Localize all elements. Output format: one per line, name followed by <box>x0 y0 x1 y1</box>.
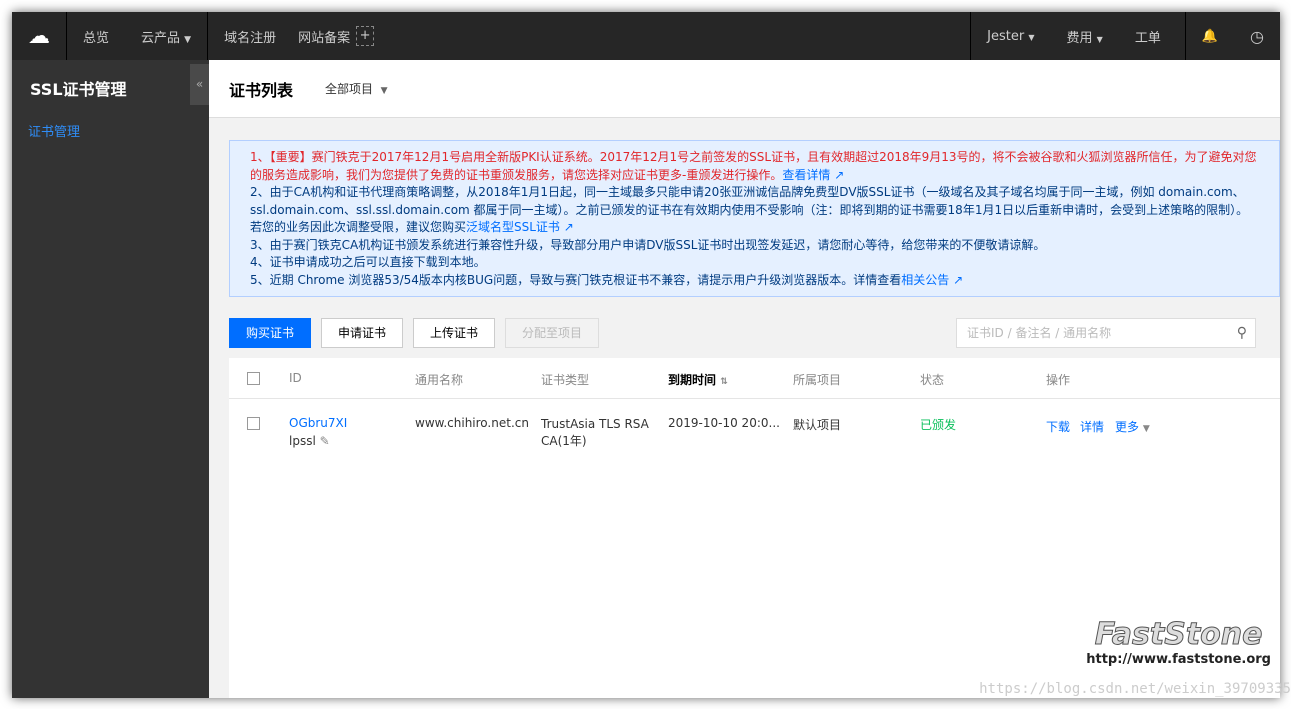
notice-text: 1、【重要】赛门铁克于2017年12月1号启用全新版PKI认证系统。2017年1… <box>250 150 1257 182</box>
project-select-label: 全部项目 <box>325 82 374 96</box>
add-shortcut-icon[interactable]: + <box>356 26 375 46</box>
nav-products[interactable]: 云产品 ▼ <box>125 27 207 46</box>
page-header: 证书列表 全部项目 ▼ <box>209 60 1280 118</box>
clock-icon[interactable]: ◷ <box>1234 27 1280 46</box>
table-header: ID 通用名称 证书类型 到期时间 ⇅ 所属项目 状态 操作 <box>229 358 1280 398</box>
more-menu[interactable]: 更多 ▼ <box>1115 418 1150 435</box>
col-expiry-label: 到期时间 <box>668 373 717 387</box>
caret-down-icon: ▼ <box>380 86 388 96</box>
ticket-link[interactable]: 工单 <box>1119 27 1185 46</box>
assign-project-button[interactable]: 分配至项目 <box>505 318 600 348</box>
cert-type: TrustAsia TLS RSA CA(1年) <box>541 416 649 450</box>
faststone-url: http://www.faststone.org <box>1086 652 1271 667</box>
cert-note-text: lpssl <box>289 434 316 448</box>
main-content: 证书列表 全部项目 ▼ 1、【重要】赛门铁克于2017年12月1号启用全新版PK… <box>209 60 1280 698</box>
page-title: 证书列表 <box>229 80 294 100</box>
sort-icon: ⇅ <box>720 377 728 387</box>
cert-common-name: www.chihiro.net.cn <box>415 416 529 430</box>
related-notice-link[interactable]: 相关公告 <box>901 273 949 287</box>
caret-down-icon: ▼ <box>1142 424 1150 434</box>
app-window: ☁ 总览 云产品 ▼ 域名注册 网站备案 + Jester ▼ 费用 ▼ 工单 … <box>12 12 1280 698</box>
col-project: 所属项目 <box>793 373 842 387</box>
nav-icp[interactable]: 网站备案 <box>282 27 356 46</box>
toolbar: 购买证书 申请证书 上传证书 分配至项目 <box>229 318 600 348</box>
collapse-sidebar-button[interactable]: « <box>190 64 209 105</box>
cloud-logo-icon[interactable]: ☁ <box>12 24 66 49</box>
nav-overview[interactable]: 总览 <box>67 27 125 46</box>
faststone-logo: FastStone <box>1094 617 1263 653</box>
caret-down-icon: ▼ <box>184 34 192 45</box>
nav-domain[interactable]: 域名注册 <box>208 27 282 46</box>
caret-down-icon: ▼ <box>1096 34 1103 44</box>
col-actions: 操作 <box>1046 373 1071 387</box>
apply-cert-button[interactable]: 申请证书 <box>321 318 404 348</box>
faststone-watermark: FastStone http://www.faststone.org <box>1086 617 1271 668</box>
project-select[interactable]: 全部项目 ▼ <box>325 80 388 97</box>
search-placeholder: 证书ID / 备注名 / 通用名称 <box>967 326 1112 340</box>
search-icon[interactable]: ⚲ <box>1237 319 1247 347</box>
upload-cert-button[interactable]: 上传证书 <box>413 318 496 348</box>
external-link-icon: ↗ <box>953 272 964 287</box>
fee-label: 费用 <box>1066 30 1093 46</box>
sidebar-item-cert-manage[interactable]: 证书管理 <box>28 121 80 140</box>
col-expiry[interactable]: 到期时间 ⇅ <box>668 371 728 388</box>
notice-item-3: 3、由于赛门铁克CA机构证书颁发系统进行兼容性升级，导致部分用户申请DV版SSL… <box>250 237 1046 252</box>
search-input[interactable]: 证书ID / 备注名 / 通用名称 ⚲ <box>956 318 1256 348</box>
notice-item-2: 2、由于CA机构和证书代理商策略调整，从2018年1月1日起，同一主域最多只能申… <box>250 184 1259 237</box>
caret-down-icon: ▼ <box>1028 32 1035 42</box>
top-nav: ☁ 总览 云产品 ▼ 域名注册 网站备案 + Jester ▼ 费用 ▼ 工单 … <box>12 12 1280 60</box>
sidebar-title: SSL证书管理 <box>30 80 127 99</box>
cert-project: 默认项目 <box>793 418 842 432</box>
select-all-checkbox[interactable] <box>247 372 260 385</box>
row-checkbox[interactable] <box>247 417 260 430</box>
notice-text: 2、由于CA机构和证书代理商策略调整，从2018年1月1日起，同一主域最多只能申… <box>250 185 1249 234</box>
col-id: ID <box>289 371 302 385</box>
cert-type-line1: TrustAsia TLS RSA <box>541 417 649 431</box>
col-common-name: 通用名称 <box>415 373 464 387</box>
col-cert-type: 证书类型 <box>541 373 590 387</box>
user-name: Jester <box>987 28 1025 44</box>
notice-text: 5、近期 Chrome 浏览器53/54版本内核BUG问题，导致与赛门铁克根证书… <box>250 272 902 287</box>
buy-cert-button[interactable]: 购买证书 <box>229 318 312 348</box>
view-details-link[interactable]: 查看详情 <box>782 168 830 182</box>
notice-item-4: 4、证书申请成功之后可以直接下载到本地。 <box>250 255 486 269</box>
cert-note: lpssl ✎ <box>289 434 330 448</box>
cert-type-line2: CA(1年) <box>541 434 587 448</box>
cert-expiry: 2019-10-10 20:0... <box>668 416 780 430</box>
user-menu[interactable]: Jester ▼ <box>971 29 1050 44</box>
bell-icon[interactable]: 🔔 <box>1186 29 1234 44</box>
nav-products-label: 云产品 <box>141 30 181 46</box>
notice-box: 1、【重要】赛门铁克于2017年12月1号启用全新版PKI认证系统。2017年1… <box>229 140 1280 297</box>
notice-item-1: 1、【重要】赛门铁克于2017年12月1号启用全新版PKI认证系统。2017年1… <box>250 149 1259 184</box>
status-badge: 已颁发 <box>920 418 957 432</box>
download-link[interactable]: 下载 <box>1046 418 1070 435</box>
details-link[interactable]: 详情 <box>1080 418 1104 435</box>
external-link-icon: ↗ <box>834 167 845 182</box>
col-status: 状态 <box>920 373 945 387</box>
fee-menu[interactable]: 费用 ▼ <box>1051 27 1119 46</box>
table-row: OGbru7XI lpssl ✎ www.chihiro.net.cn Trus… <box>229 399 1280 459</box>
external-link-icon: ↗ <box>563 220 574 234</box>
csdn-watermark: https://blog.csdn.net/weixin_39709335 <box>979 681 1291 697</box>
cert-id-link[interactable]: OGbru7XI <box>289 416 347 430</box>
sidebar: SSL证书管理 « 证书管理 <box>12 60 209 698</box>
more-label: 更多 <box>1115 420 1140 434</box>
pencil-icon[interactable]: ✎ <box>320 434 330 448</box>
wildcard-ssl-link[interactable]: 泛域名型SSL证书 <box>466 220 560 234</box>
notice-item-5: 5、近期 Chrome 浏览器53/54版本内核BUG问题，导致与赛门铁克根证书… <box>250 272 1259 290</box>
